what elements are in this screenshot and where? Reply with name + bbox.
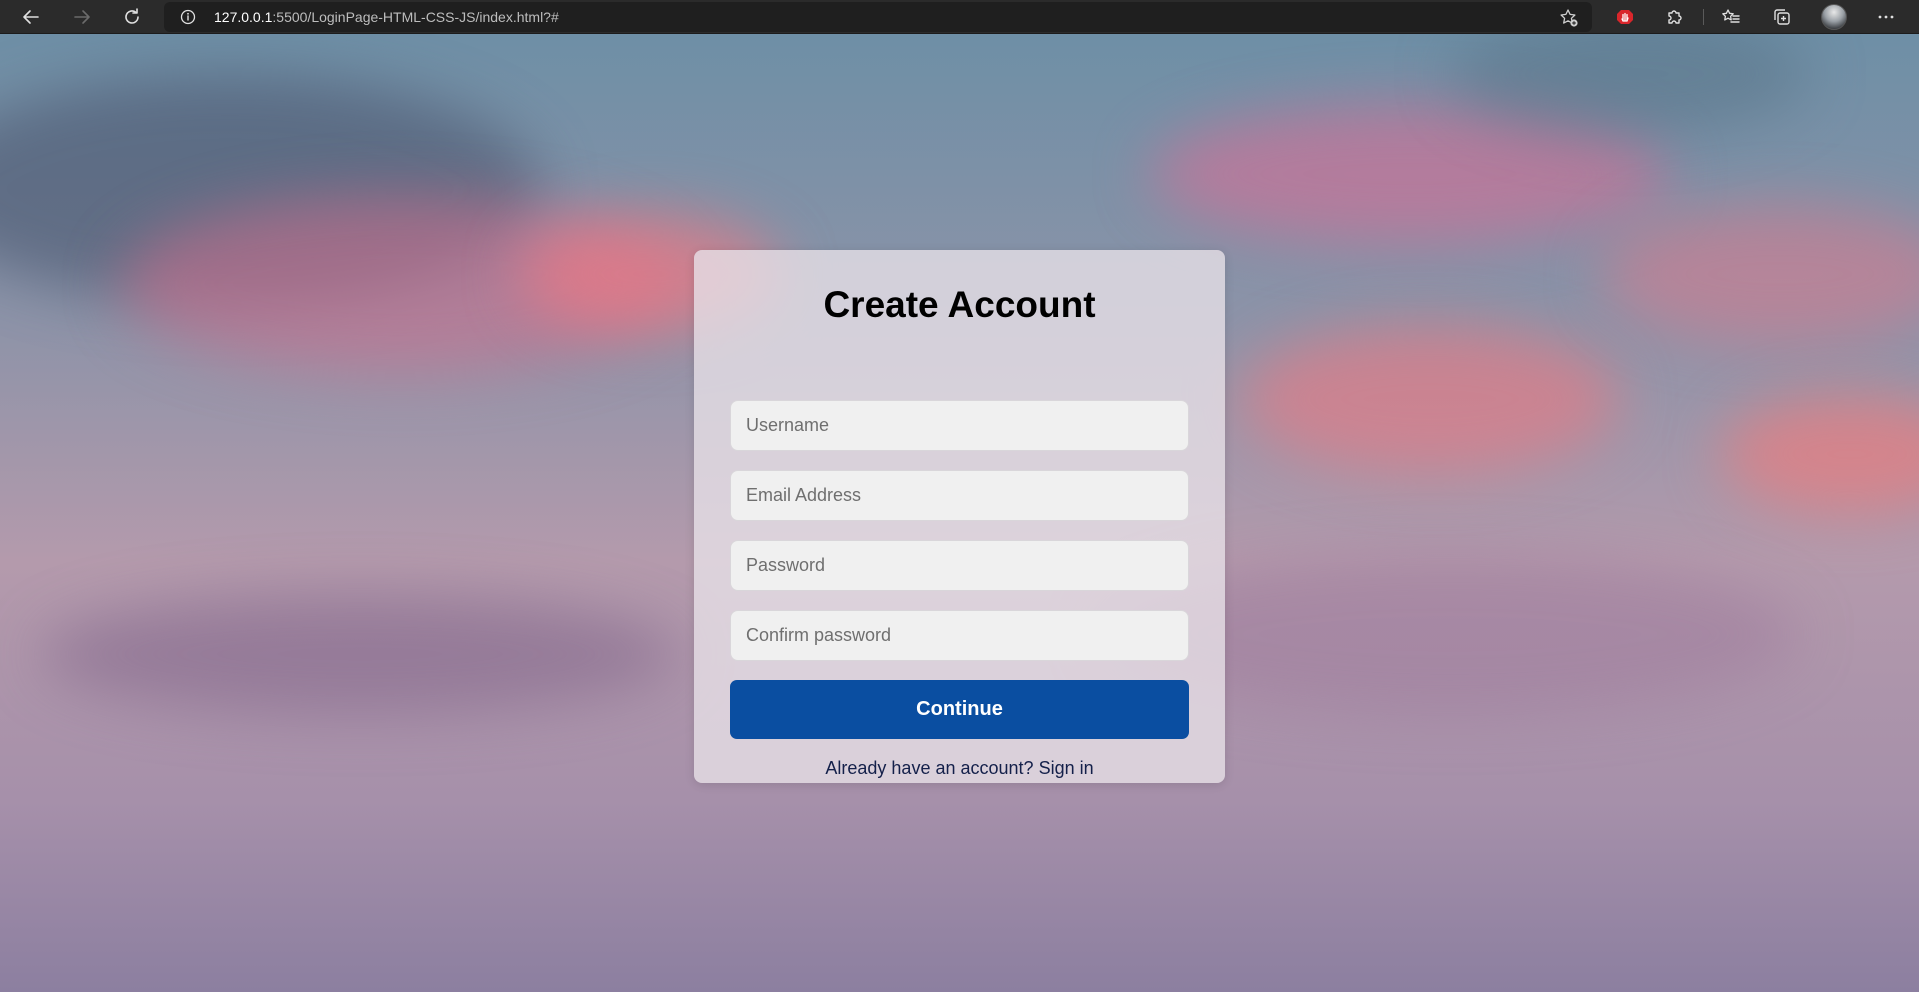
cloud-shape	[1240, 324, 1620, 474]
toolbar-divider	[1703, 9, 1704, 25]
address-bar[interactable]: 127.0.0.1:5500/LoginPage-HTML-CSS-JS/ind…	[164, 2, 1592, 32]
puzzle-icon[interactable]	[1663, 5, 1687, 29]
profile-avatar[interactable]	[1821, 4, 1847, 30]
signin-link[interactable]: Sign in	[1039, 758, 1094, 778]
browser-toolbar: 127.0.0.1:5500/LoginPage-HTML-CSS-JS/ind…	[0, 0, 1919, 34]
url-text[interactable]: 127.0.0.1:5500/LoginPage-HTML-CSS-JS/ind…	[214, 9, 559, 25]
continue-button[interactable]: Continue	[730, 680, 1189, 739]
info-icon[interactable]	[180, 9, 196, 25]
username-input[interactable]	[730, 400, 1189, 451]
confirm-password-input[interactable]	[730, 610, 1189, 661]
url-host: 127.0.0.1	[214, 9, 273, 25]
collections-icon[interactable]	[1770, 5, 1794, 29]
favorites-list-icon[interactable]	[1719, 5, 1743, 29]
signin-prompt: Already have an account? Sign in	[694, 758, 1225, 779]
cloud-shape	[1600, 204, 1919, 344]
forward-arrow-icon[interactable]	[69, 4, 95, 30]
cloud-shape	[40, 594, 680, 714]
hand-stop-icon[interactable]	[1613, 5, 1637, 29]
signin-prompt-text: Already have an account?	[825, 758, 1034, 778]
email-input[interactable]	[730, 470, 1189, 521]
page-title: Create Account	[823, 284, 1096, 325]
star-add-icon[interactable]	[1559, 8, 1579, 28]
reload-icon[interactable]	[119, 4, 145, 30]
back-arrow-icon[interactable]	[18, 4, 44, 30]
password-input[interactable]	[730, 540, 1189, 591]
more-dots-icon[interactable]	[1874, 5, 1898, 29]
url-path: :5500/LoginPage-HTML-CSS-JS/index.html?#	[272, 9, 559, 25]
signup-card: Create Account Continue Already have an …	[694, 250, 1225, 783]
cloud-shape	[1720, 394, 1919, 514]
page-background: Create Account Continue Already have an …	[0, 34, 1919, 992]
